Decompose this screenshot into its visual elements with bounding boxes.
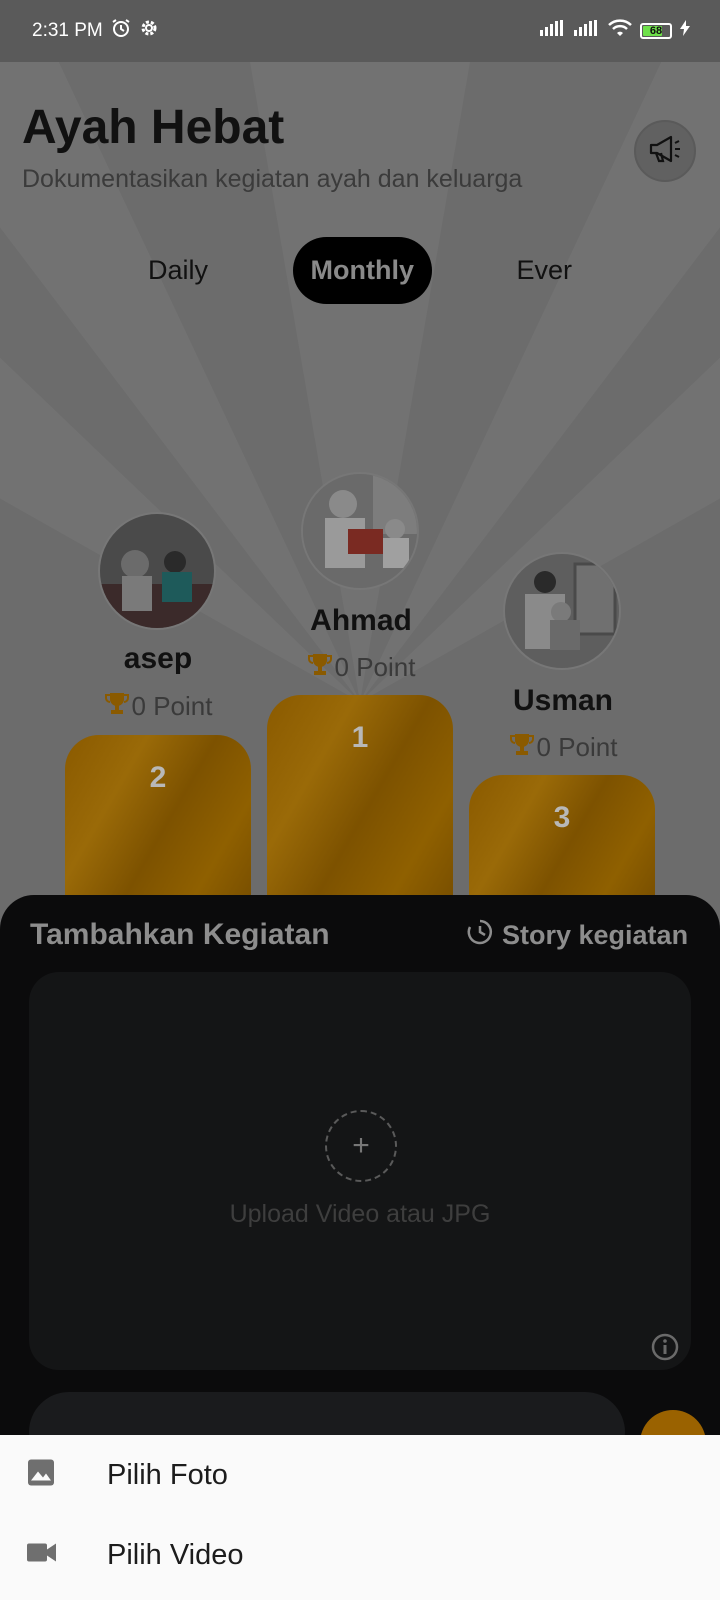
trophy-icon [104, 690, 130, 723]
avatar-third[interactable] [503, 552, 621, 670]
avatar-second[interactable] [98, 512, 216, 630]
activity-panel-title: Tambahkan Kegiatan [30, 918, 330, 951]
megaphone-icon [647, 134, 683, 169]
avatar-first[interactable] [301, 472, 419, 590]
battery-level: 68 [649, 25, 663, 37]
plus-icon: + [352, 1129, 370, 1162]
third-place-points: 0 Point [536, 732, 618, 762]
second-place-points-row: 0 Point [63, 690, 253, 723]
wifi-icon [608, 19, 632, 43]
announcement-button[interactable] [634, 120, 696, 182]
battery-icon: 68 [640, 23, 672, 39]
image-icon [27, 1459, 55, 1492]
videocam-icon [27, 1542, 57, 1569]
first-place-points-row: 0 Point [266, 651, 456, 684]
history-clock-icon [466, 918, 494, 953]
tab-daily[interactable]: Daily [130, 239, 226, 302]
first-place-name: Ahmad [310, 604, 412, 637]
podium-first: 1 [267, 695, 453, 895]
story-kegiatan-label: Story kegiatan [502, 920, 689, 950]
info-icon[interactable] [650, 1332, 680, 1367]
charging-icon [680, 20, 690, 42]
trophy-icon [307, 651, 333, 684]
settings-gear-icon [139, 18, 159, 44]
trophy-icon [509, 731, 535, 764]
page-subtitle: Dokumentasikan kegiatan ayah dan keluarg… [22, 165, 523, 193]
status-time: 2:31 PM [32, 20, 103, 41]
alarm-icon [111, 18, 131, 44]
pick-photo-label: Pilih Foto [107, 1458, 228, 1491]
add-media-button[interactable]: + [325, 1110, 397, 1182]
period-tabs: Daily Monthly Ever [130, 234, 590, 306]
podium-third: 3 [469, 775, 655, 895]
rank-third: 3 [553, 801, 571, 834]
second-place-name: asep [123, 642, 193, 675]
rank-first: 1 [351, 721, 369, 754]
signal-icon-2 [574, 20, 600, 42]
third-place-name: Usman [512, 684, 614, 717]
pick-video-label: Pilih Video [107, 1538, 244, 1571]
upload-hint: Upload Video atau JPG [229, 1200, 491, 1228]
tab-ever[interactable]: Ever [498, 239, 590, 302]
pick-photo-option[interactable]: Pilih Foto [0, 1435, 720, 1515]
media-picker-sheet: Pilih Foto Pilih Video [0, 1435, 720, 1600]
podium-second: 2 [65, 735, 251, 895]
third-place-points-row: 0 Point [468, 731, 658, 764]
pick-video-option[interactable]: Pilih Video [0, 1515, 720, 1595]
second-place-points: 0 Point [131, 691, 213, 721]
signal-icon [540, 20, 566, 42]
story-kegiatan-link[interactable]: Story kegiatan [466, 918, 688, 953]
rank-second: 2 [149, 761, 167, 794]
tab-monthly[interactable]: Monthly [292, 236, 432, 304]
first-place-points: 0 Point [334, 652, 416, 682]
status-bar: 2:31 PM 68 [0, 0, 720, 62]
page-title: Ayah Hebat [22, 101, 285, 154]
